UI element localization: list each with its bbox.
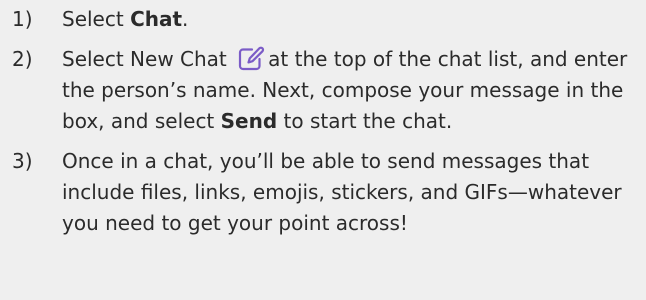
step-text-part: Select New Chat [62,47,234,71]
send-label: Send [220,109,278,133]
new-chat-icon [237,46,265,72]
instruction-list: 1) Select Chat. 2) Select New Chat at th… [0,0,646,300]
step-1: 1) Select Chat. [0,4,632,35]
step-text: Once in a chat, you’ll be able to send m… [62,149,622,235]
step-2: 2) Select New Chat at the top of the cha… [0,44,632,137]
step-number: 2) [12,47,33,71]
step-text-part: to start the chat. [277,109,453,133]
chat-label: Chat [130,7,183,31]
step-text: Select Chat. [62,4,632,35]
step-number: 3) [12,149,33,173]
step-text-part: . [182,7,189,31]
step-text: Select New Chat at the top of the chat l… [62,44,632,137]
step-text-part: Select [62,7,131,31]
step-3: 3) Once in a chat, you’ll be able to sen… [0,146,632,239]
step-number: 1) [12,7,33,31]
